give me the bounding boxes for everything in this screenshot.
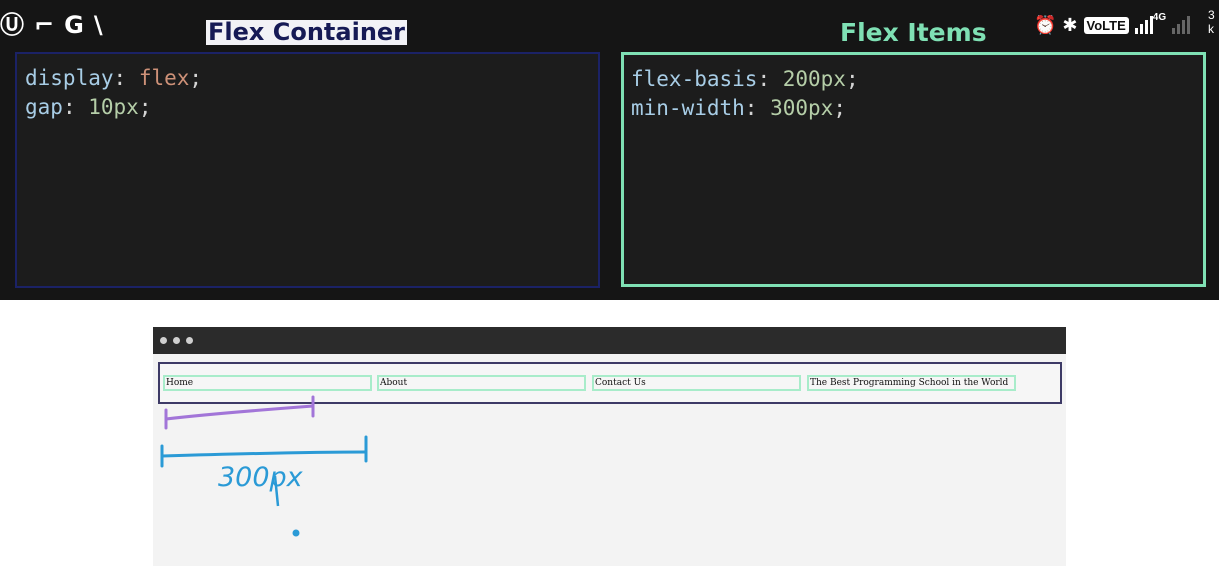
annotation-layer (160, 395, 368, 537)
handwritten-300px-label: 300px (218, 462, 304, 507)
purple-measure-line (164, 395, 315, 430)
svg-text:300px: 300px (218, 462, 304, 493)
annotation-dot (292, 529, 300, 537)
